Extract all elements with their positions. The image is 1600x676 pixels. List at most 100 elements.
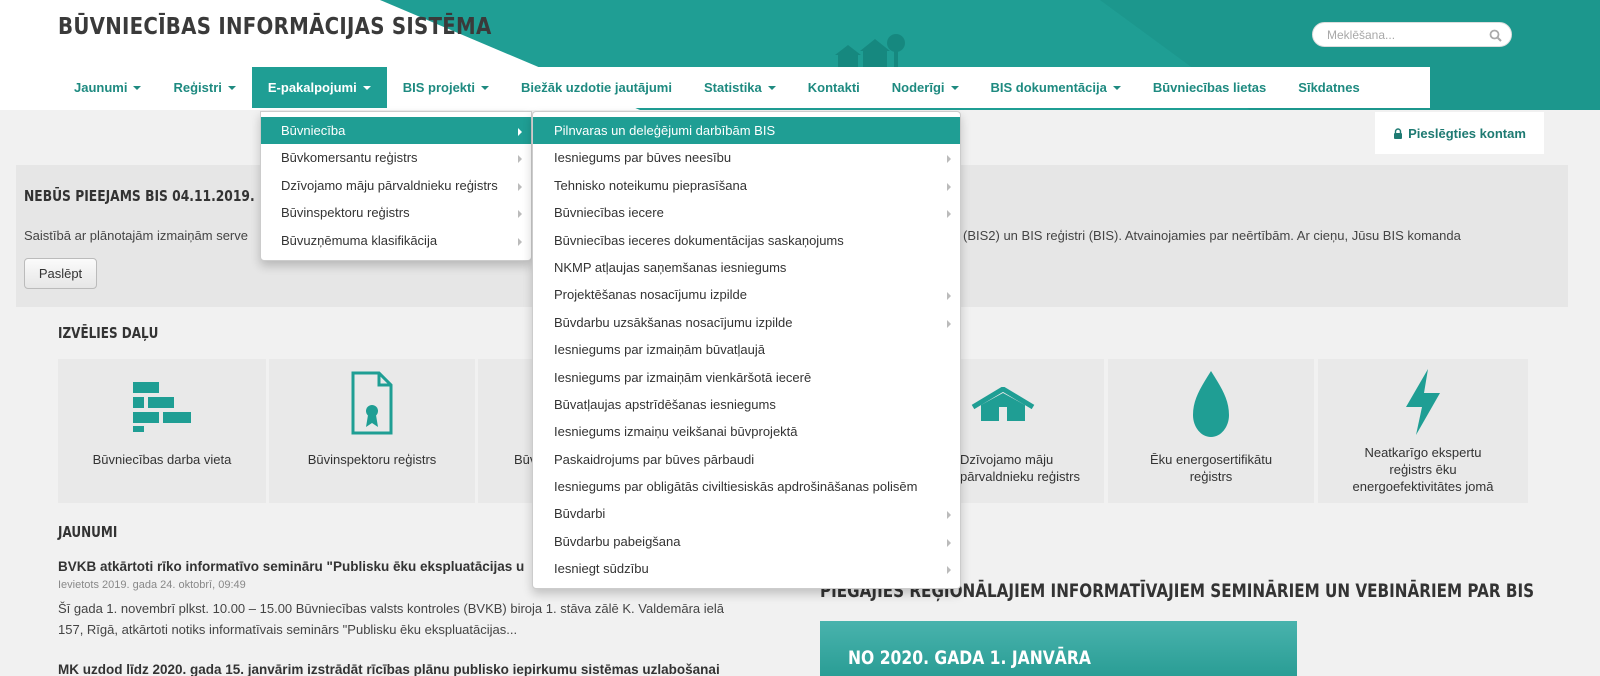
chevron-right-icon bbox=[947, 538, 951, 547]
submenu-item[interactable]: Iesniegums izmaiņu veikšanai būvprojektā bbox=[533, 418, 960, 445]
nav-sikdatnes[interactable]: Sīkdatnes bbox=[1282, 67, 1375, 108]
chevron-right-icon bbox=[518, 128, 522, 136]
nav-label: Noderīgi bbox=[891, 80, 945, 95]
submenu-item[interactable]: Iesniegt sūdzību bbox=[533, 555, 960, 582]
nav-label: Reģistri bbox=[173, 80, 222, 95]
submenu-item[interactable]: NKMP atļaujas saņemšanas iesniegums bbox=[533, 254, 960, 281]
seminar-banner[interactable]: NO 2020. GADA 1. JANVĀRA bbox=[820, 621, 1297, 676]
search-input[interactable] bbox=[1327, 27, 1487, 43]
chevron-right-icon bbox=[947, 319, 951, 328]
submenu-item-label: Būvniecības ieceres dokumentācijas saska… bbox=[554, 232, 844, 248]
submenu-item[interactable]: Būvniecības iecere bbox=[533, 199, 960, 226]
menu-item-label: Būvinspektoru reģistrs bbox=[281, 205, 410, 221]
submenu-item-label: Iesniegums par izmaiņām būvatļaujā bbox=[554, 342, 765, 358]
buvnieciba-submenu: Pilnvaras un deleģējumi darbībām BIS Ies… bbox=[532, 111, 961, 589]
chevron-right-icon bbox=[947, 155, 951, 164]
news-body: Šī gada 1. novembrī plkst. 10.00 – 15.00… bbox=[58, 598, 778, 640]
chevron-right-icon bbox=[947, 566, 951, 575]
news-body-line: Šī gada 1. novembrī plkst. 10.00 – 15.00… bbox=[58, 601, 725, 616]
submenu-item[interactable]: Būvatļaujas apstrīdēšanas iesniegums bbox=[533, 391, 960, 418]
submenu-item[interactable]: Paskaidrojums par būves pārbaudi bbox=[533, 446, 960, 473]
chevron-right-icon bbox=[518, 210, 522, 219]
submenu-item[interactable]: Būvniecības ieceres dokumentācijas saska… bbox=[533, 227, 960, 254]
nav-bis-dokumentacija[interactable]: BIS dokumentācija bbox=[975, 67, 1137, 108]
news-date: Ievietots 2019. gada 24. oktobrī, 09:49 bbox=[58, 579, 246, 591]
nav-label: Statistika bbox=[703, 80, 762, 95]
submenu-item[interactable]: Iesniegums par izmaiņām būvatļaujā bbox=[533, 336, 960, 363]
submenu-item-label: Būvatļaujas apstrīdēšanas iesniegums bbox=[554, 396, 776, 412]
submenu-item[interactable]: Būvdarbu pabeigšana bbox=[533, 528, 960, 555]
bricks-icon bbox=[133, 382, 191, 432]
menu-item-buvkomersantu-registrs[interactable]: Būvkomersantu reģistrs bbox=[261, 144, 531, 171]
nav-buvniecibas-lietas[interactable]: Būvniecības lietas bbox=[1137, 67, 1282, 108]
news-body-line: 157, Rīgā, atkārtoti notiks informatīvai… bbox=[58, 622, 518, 637]
caret-down-icon bbox=[480, 85, 489, 90]
news-headline[interactable]: BVKB atkārtoti rīko informatīvo semināru… bbox=[58, 559, 524, 574]
e-pakalpojumi-menu: Būvniecība Būvkomersantu reģistrs Dzīvoj… bbox=[260, 111, 532, 261]
submenu-item[interactable]: Pilnvaras un deleģējumi darbībām BIS bbox=[533, 117, 960, 145]
tile-neatkarigo-ekspertu-registrs[interactable]: Neatkarīgo ekspertu reģistrs ēku energoe… bbox=[1318, 359, 1528, 503]
nav-label: BIS dokumentācija bbox=[990, 80, 1107, 95]
chevron-right-icon bbox=[947, 182, 951, 191]
nav-registri[interactable]: Reģistri bbox=[157, 67, 251, 108]
login-label: Pieslēgties kontam bbox=[1408, 125, 1526, 141]
menu-item-buvuznemuma-klasifikacija[interactable]: Būvuzņēmuma klasifikācija bbox=[261, 227, 531, 254]
nav-label: Būvniecības lietas bbox=[1152, 80, 1267, 95]
nav-label: Biežāk uzdotie jautājumi bbox=[520, 80, 672, 95]
submenu-item-label: Tehnisko noteikumu pieprasīšana bbox=[554, 177, 747, 193]
nav-statistika[interactable]: Statistika bbox=[688, 67, 792, 108]
submenu-item[interactable]: Tehnisko noteikumu pieprasīšana bbox=[533, 172, 960, 199]
lightning-icon bbox=[1406, 369, 1440, 435]
search-icon[interactable] bbox=[1489, 29, 1502, 42]
submenu-item-label: Paskaidrojums par būves pārbaudi bbox=[554, 451, 755, 467]
caret-down-icon bbox=[767, 85, 776, 90]
menu-item-buvnieciba[interactable]: Būvniecība bbox=[261, 117, 531, 145]
submenu-item[interactable]: Būvdarbu uzsākšanas nosacījumu izpilde bbox=[533, 309, 960, 336]
submenu-item-label: Projektēšanas nosacījumu izpilde bbox=[554, 287, 747, 303]
caret-down-icon bbox=[362, 85, 371, 90]
chevron-right-icon bbox=[947, 210, 951, 219]
menu-item-buvinspektoru-registrs[interactable]: Būvinspektoru reģistrs bbox=[261, 199, 531, 226]
site-title[interactable]: BŪVNIECĪBAS INFORMĀCIJAS SISTĒMA bbox=[58, 14, 492, 40]
tile-eku-energosertifikatu-registrs[interactable]: Ēku energosertifikātu reģistrs bbox=[1108, 359, 1314, 503]
banner-text: NO 2020. GADA 1. JANVĀRA bbox=[848, 647, 1091, 669]
nav-jaunumi[interactable]: Jaunumi bbox=[58, 67, 157, 108]
login-button[interactable]: Pieslēgties kontam bbox=[1375, 112, 1544, 154]
submenu-item[interactable]: Iesniegums par būves neesību bbox=[533, 144, 960, 171]
tile-dzivojamo-maju-parvaldnieku-registrs[interactable]: Dzīvojamo māju pārvaldnieku reģistrs bbox=[960, 359, 1104, 503]
submenu-item-label: Būvniecības iecere bbox=[554, 205, 664, 221]
chevron-right-icon bbox=[518, 155, 522, 164]
tile-label: Dzīvojamo māju pārvaldnieku reģistrs bbox=[960, 452, 1080, 484]
notice-text-continued: (BIS2) un BIS reģistri (BIS). Atvainojam… bbox=[963, 228, 1461, 243]
nav-e-pakalpojumi[interactable]: E-pakalpojumi bbox=[251, 67, 387, 108]
tile-label: Neatkarīgo ekspertu reģistrs ēku energoe… bbox=[1352, 445, 1494, 494]
menu-item-dzivojamo-maju-parvaldnieku-registrs[interactable]: Dzīvojamo māju pārvaldnieku reģistrs bbox=[261, 172, 531, 199]
tile-buvinspektoru-registrs[interactable]: Būvinspektoru reģistrs bbox=[269, 359, 475, 503]
submenu-item-label: Būvdarbi bbox=[554, 506, 606, 522]
leaf-icon bbox=[1193, 371, 1229, 437]
caret-down-icon bbox=[950, 85, 959, 90]
menu-item-label: Būvniecība bbox=[281, 123, 346, 138]
hide-notice-button[interactable]: Paslēpt bbox=[24, 258, 97, 289]
nav-noderigi[interactable]: Noderīgi bbox=[876, 67, 975, 108]
news-headline[interactable]: MK uzdod līdz 2020. gada 15. janvārim iz… bbox=[58, 662, 720, 676]
nav-buj[interactable]: Biežāk uzdotie jautājumi bbox=[505, 67, 688, 108]
tile-label: Būvniecības darba vieta bbox=[92, 452, 232, 467]
lock-icon bbox=[1394, 127, 1403, 139]
nav-label: E-pakalpojumi bbox=[267, 80, 357, 95]
tile-label: Ēku energosertifikātu reģistrs bbox=[1149, 452, 1273, 484]
tile-buvniecibas-darba-vieta[interactable]: Būvniecības darba vieta bbox=[58, 359, 266, 503]
nav-label: Jaunumi bbox=[74, 80, 128, 95]
nav-bis-projekti[interactable]: BIS projekti bbox=[387, 67, 505, 108]
submenu-item-label: Iesniegums par obligātās civiltiesiskās … bbox=[554, 479, 918, 495]
caret-down-icon bbox=[133, 85, 142, 90]
submenu-item-label: Iesniegt sūdzību bbox=[554, 561, 649, 577]
submenu-item-label: NKMP atļaujas saņemšanas iesniegums bbox=[554, 259, 787, 275]
submenu-item[interactable]: Iesniegums par izmaiņām vienkāršotā iece… bbox=[533, 364, 960, 391]
nav-kontakti[interactable]: Kontakti bbox=[792, 67, 876, 108]
submenu-item[interactable]: Būvdarbi bbox=[533, 500, 960, 527]
tile-partial[interactable]: Būv bbox=[478, 359, 536, 503]
submenu-item[interactable]: Iesniegums par obligātās civiltiesiskās … bbox=[533, 473, 960, 500]
notice-text: Saistībā ar plānotajām izmaiņām serve bbox=[24, 228, 248, 243]
submenu-item[interactable]: Projektēšanas nosacījumu izpilde bbox=[533, 281, 960, 308]
